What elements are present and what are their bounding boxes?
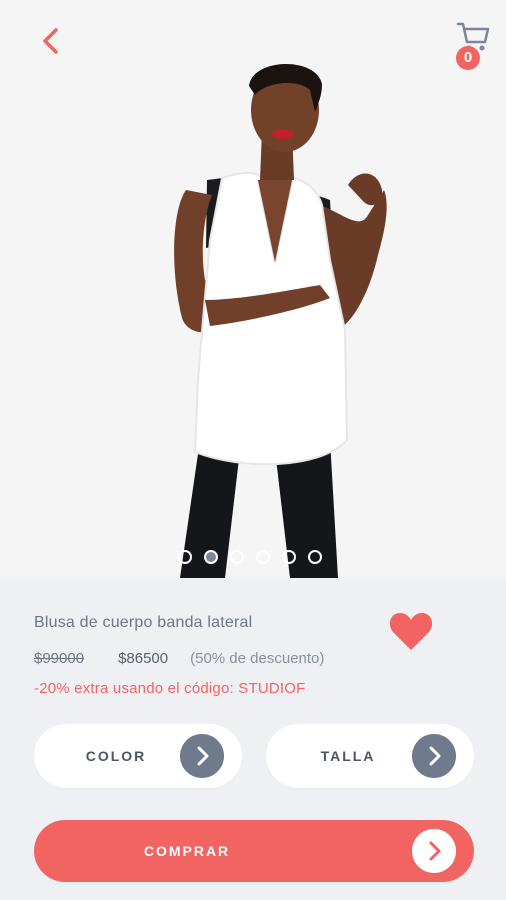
product-gallery[interactable]: 0 [0, 0, 506, 578]
chevron-right-icon [180, 734, 224, 778]
size-label: TALLA [320, 748, 376, 764]
chevron-right-icon [412, 829, 456, 873]
color-selector-button[interactable]: COLOR [34, 724, 242, 788]
gallery-dot-3[interactable] [230, 550, 244, 564]
product-details: Blusa de cuerpo banda lateral $99000 $86… [0, 578, 506, 900]
discount-percentage: (50% de descuento) [190, 650, 325, 667]
product-name: Blusa de cuerpo banda lateral [34, 614, 253, 631]
gallery-pagination [178, 550, 322, 564]
heart-icon[interactable] [388, 610, 434, 652]
product-photo [0, 0, 506, 578]
promo-code-text: -20% extra usando el código: STUDIOF [34, 680, 306, 697]
size-selector-button[interactable]: TALLA [266, 724, 474, 788]
gallery-dot-4[interactable] [256, 550, 270, 564]
original-price: $99000 [34, 650, 85, 667]
gallery-dot-5[interactable] [282, 550, 296, 564]
buy-button[interactable]: COMPRAR [34, 820, 474, 882]
chevron-right-icon [412, 734, 456, 778]
buy-button-label: COMPRAR [143, 843, 231, 859]
cart-count-badge: 0 [456, 46, 480, 70]
price-row: $99000 $86500 (50% de descuento) [34, 650, 324, 667]
gallery-dot-1[interactable] [178, 550, 192, 564]
gallery-dot-2[interactable] [204, 550, 218, 564]
sale-price: $86500 [118, 650, 169, 667]
gallery-dot-6[interactable] [308, 550, 322, 564]
back-chevron-icon[interactable] [34, 24, 68, 58]
color-label: COLOR [85, 748, 147, 764]
